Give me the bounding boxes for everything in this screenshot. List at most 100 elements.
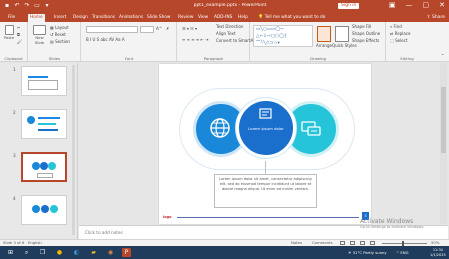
tab-add-ins[interactable]: ADD-INS: [212, 14, 234, 22]
task-view-icon[interactable]: ❐: [38, 248, 47, 257]
font-formatting-buttons[interactable]: B I U S abc AV Aa A: [86, 37, 125, 43]
save-icon[interactable]: ▪: [4, 2, 10, 9]
paste-button[interactable]: Paste: [3, 25, 15, 40]
ribbon-tab-row: File Home Insert Design Transitions Anim…: [0, 12, 449, 22]
format-painter-icon[interactable]: 🖌: [17, 39, 22, 45]
cut-icon[interactable]: ✂: [17, 25, 20, 31]
maximize-button[interactable]: ▢: [423, 1, 430, 10]
windows-start-icon[interactable]: ⊞: [6, 248, 15, 257]
layout-icon: ▦: [50, 25, 54, 30]
watermark-line-1: Activate Windows: [360, 218, 414, 225]
grow-font-icon[interactable]: A^: [156, 26, 162, 32]
firefox-icon[interactable]: ◉: [106, 248, 115, 257]
thumb-number: 2: [13, 110, 16, 115]
slide-thumbnail-3[interactable]: [21, 152, 67, 182]
align-text-button[interactable]: Align Text: [216, 31, 235, 37]
file-explorer-icon[interactable]: ▰: [89, 248, 98, 257]
sign-in-button[interactable]: Sign in: [338, 3, 360, 9]
layout-button[interactable]: ▦ Layout: [50, 25, 69, 31]
shapes-gallery[interactable]: ▭╲○▭▭◯⌐ △⌐⇩⇨▢⬡◯{⌒╰╲⊂⊃☆▾: [253, 25, 313, 47]
system-tray[interactable]: ^ ENG: [396, 250, 409, 255]
window-controls: ▣ — ▢ ✕: [389, 1, 445, 10]
slide-thumbnails-pane: 1 2 3 4: [0, 63, 78, 239]
tab-design[interactable]: Design: [71, 14, 90, 22]
edge-icon[interactable]: ◐: [72, 248, 81, 257]
clear-formatting-icon[interactable]: ✗: [166, 26, 169, 32]
thumb-bar: [38, 123, 56, 125]
start-from-beginning-icon[interactable]: ▭: [34, 2, 40, 9]
slideshow-view-icon[interactable]: [370, 241, 375, 245]
alignment-buttons[interactable]: ≡ ≡ ≡ ≡ ⇤ ⇥: [182, 37, 208, 43]
thumb-number: 3: [13, 153, 16, 158]
thumb-title-bar: [28, 76, 48, 78]
font-name-select[interactable]: [86, 26, 138, 33]
find-button[interactable]: ⌕ Find: [390, 24, 402, 30]
group-label-paragraph: Paragraph: [203, 56, 224, 61]
group-editing: ⌕ Find ⇄ Replace ⬚ Select Editing: [387, 22, 427, 62]
tab-animations[interactable]: Animations: [117, 14, 145, 22]
new-slide-button[interactable]: New Slide: [32, 25, 47, 45]
status-bar: Slide 3 of 6 English Notes Comments 50%: [0, 239, 449, 246]
minimize-button[interactable]: —: [406, 1, 413, 10]
footer-line: [177, 217, 359, 218]
normal-view-icon[interactable]: [340, 241, 345, 245]
tab-file[interactable]: File: [6, 14, 17, 22]
slide-thumbnail-1[interactable]: [21, 66, 67, 96]
reading-view-icon[interactable]: [360, 241, 365, 245]
shape-fill-button[interactable]: Shape Fill: [352, 24, 371, 30]
tab-view[interactable]: View: [196, 14, 210, 22]
thumb-circle: [48, 162, 56, 170]
description-text-box[interactable]: Lorem ipsum dolor sit amet, consectetur …: [214, 174, 317, 208]
shape-effects-button[interactable]: Shape Effects: [352, 38, 379, 44]
chrome-icon[interactable]: ●: [55, 248, 64, 257]
ribbon-display-options-icon[interactable]: ▣: [389, 1, 396, 10]
copy-icon[interactable]: ⧉: [17, 32, 20, 38]
activate-windows-watermark: Activate Windows Go to Settings to activ…: [360, 218, 424, 230]
select-button[interactable]: ⬚ Select: [390, 38, 407, 44]
tab-review[interactable]: Review: [176, 14, 195, 22]
share-button[interactable]: ⇪ Share: [427, 14, 445, 21]
group-font: A^ ✗ B I U S abc AV Aa A Font: [82, 22, 177, 62]
slide-thumbnail-2[interactable]: [21, 109, 67, 139]
ribbon: Paste ✂ ⧉ 🖌 Clipboard New Slide ▦ Layout…: [0, 22, 449, 62]
customize-qat-icon[interactable]: ▾: [44, 2, 50, 9]
replace-button[interactable]: ⇄ Replace: [390, 31, 410, 37]
tell-me-search[interactable]: 💡 Tell me what you want to do: [256, 14, 327, 22]
group-paragraph: ☰ ▾ ☷ ▾ ≡ ≡ ≡ ≡ ⇤ ⇥ Text Direction Align…: [178, 22, 256, 62]
weather-widget[interactable]: ☀ 31°C Partly sunny: [348, 250, 387, 255]
powerpoint-taskbar-icon[interactable]: P: [122, 248, 131, 257]
slide-sorter-view-icon[interactable]: [350, 241, 355, 245]
group-label-slides: Slides: [48, 56, 61, 61]
current-slide[interactable]: Lorem ipsum dolor Lorem ipsum dolor sit …: [159, 64, 371, 224]
redo-icon[interactable]: ↷: [24, 2, 30, 9]
tab-home[interactable]: Home: [28, 14, 45, 22]
thumb-circle: [32, 162, 40, 170]
sun-icon: ☀: [348, 250, 352, 255]
scrollbar-thumb[interactable]: [441, 87, 446, 153]
section-button[interactable]: ▤ Section: [50, 39, 70, 45]
collapse-ribbon-icon[interactable]: ⌃: [441, 53, 444, 59]
reset-button[interactable]: ↺ Reset: [50, 32, 66, 38]
undo-icon[interactable]: ↶: [14, 2, 20, 9]
bullets-icon[interactable]: ☰ ▾ ☷ ▾: [182, 26, 197, 32]
shape-outline-button[interactable]: Shape Outline: [352, 31, 380, 37]
select-icon: ⬚: [390, 38, 394, 43]
text-direction-button[interactable]: Text Direction: [216, 24, 243, 30]
slide-vertical-scrollbar[interactable]: [440, 63, 447, 224]
arrange-button[interactable]: [317, 26, 331, 42]
thumbnails-scrollbar[interactable]: [72, 65, 75, 235]
tab-transitions[interactable]: Transitions: [90, 14, 117, 22]
quick-styles-button[interactable]: [335, 26, 349, 42]
search-icon[interactable]: ⌕: [22, 248, 31, 257]
thumb-number: 1: [13, 67, 16, 72]
close-button[interactable]: ✕: [439, 1, 445, 10]
tab-help[interactable]: Help: [236, 14, 250, 22]
chat-icon: [301, 121, 321, 136]
zoom-slider[interactable]: [382, 243, 427, 244]
tab-insert[interactable]: Insert: [52, 14, 68, 22]
tab-slide-show[interactable]: Slide Show: [145, 14, 172, 22]
font-size-select[interactable]: [140, 26, 154, 33]
slide-thumbnail-4[interactable]: [21, 195, 67, 225]
thumb-note-box: [37, 173, 53, 178]
taskbar-clock[interactable]: 11:34 1/1/2025: [430, 248, 446, 257]
